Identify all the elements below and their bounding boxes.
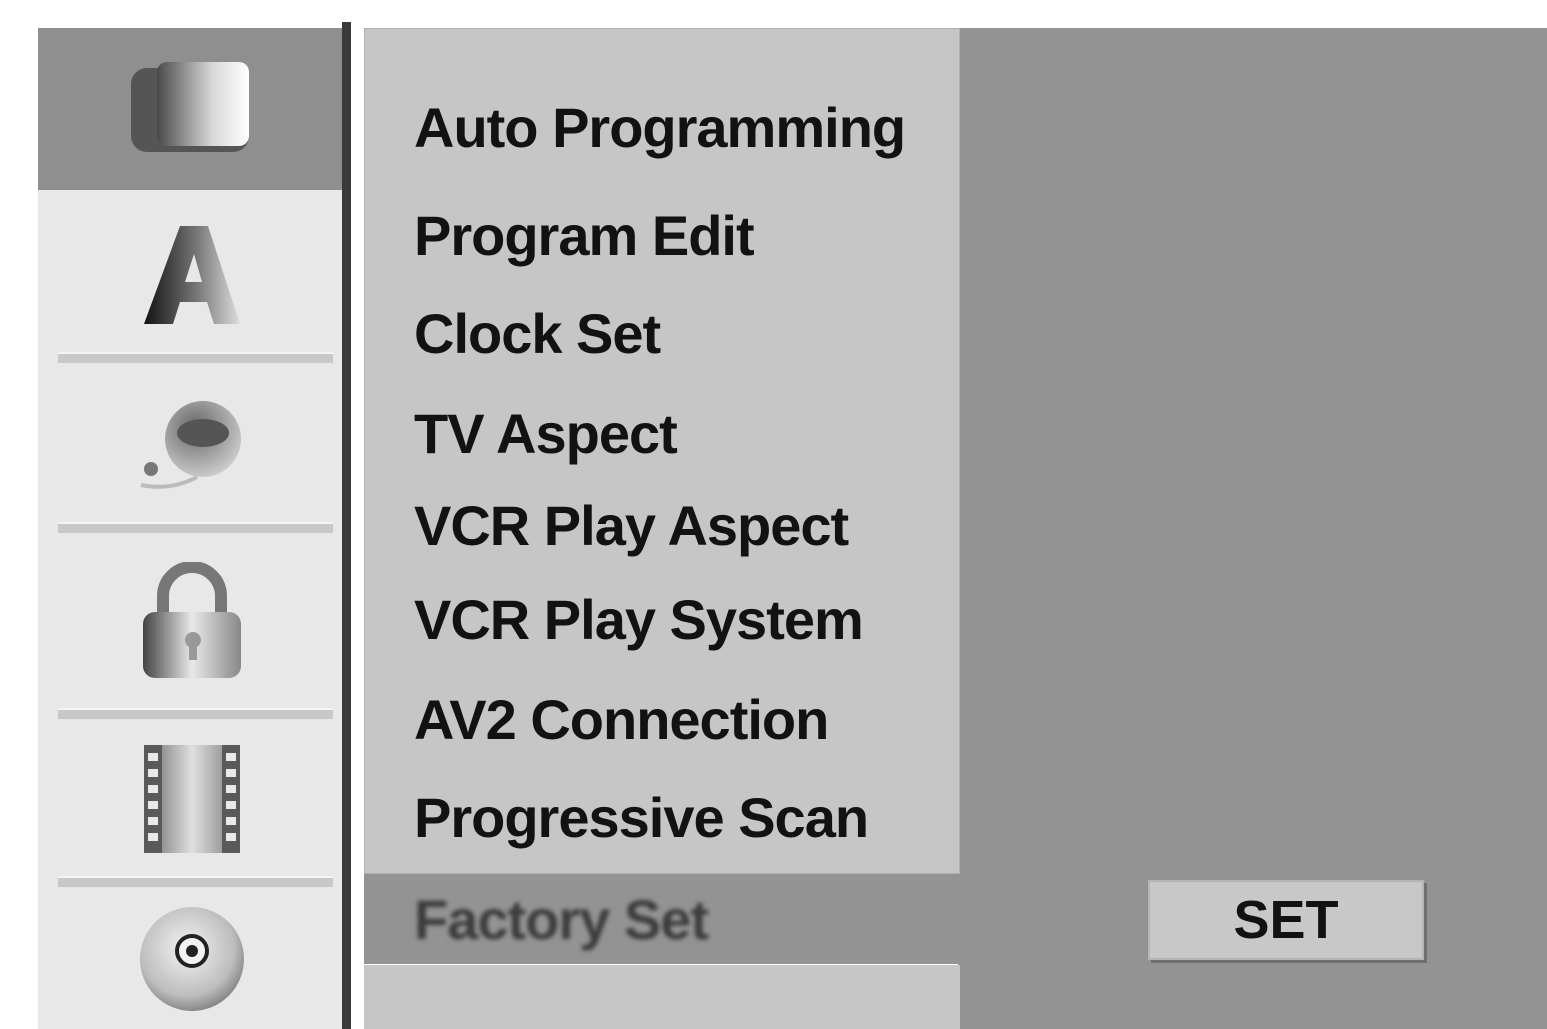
category-separator — [58, 876, 333, 887]
category-separator — [58, 708, 333, 719]
menu-item-progressive-scan[interactable]: Progressive Scan — [414, 790, 869, 846]
category-language[interactable] — [38, 196, 346, 354]
film-icon — [144, 745, 240, 853]
value-area — [958, 28, 1547, 1029]
menu-item-program-edit[interactable]: Program Edit — [414, 208, 755, 264]
category-disc[interactable] — [38, 888, 346, 1029]
set-button[interactable]: SET — [1148, 880, 1424, 960]
category-recording[interactable] — [38, 720, 346, 878]
category-lock[interactable] — [38, 534, 346, 710]
disc-icon — [140, 906, 244, 1011]
menu-item-clock-set[interactable]: Clock Set — [414, 306, 661, 362]
menu-item-vcr-play-system[interactable]: VCR Play System — [414, 592, 864, 648]
menu-panel-continuation — [364, 965, 960, 1029]
menu-item-auto-programming[interactable]: Auto Programming — [414, 100, 906, 156]
category-audio[interactable] — [38, 364, 346, 522]
letter-a-icon — [144, 226, 240, 324]
category-separator — [58, 522, 333, 533]
lock-icon — [143, 562, 241, 678]
category-tv[interactable] — [38, 28, 346, 190]
menu-item-tv-aspect[interactable]: TV Aspect — [414, 406, 678, 462]
menu-item-av2-connection[interactable]: AV2 Connection — [414, 692, 829, 748]
menu-item-factory-set[interactable]: Factory Set — [414, 892, 709, 948]
sidebar-divider — [342, 22, 351, 1029]
tv-icon — [131, 62, 249, 152]
menu-item-vcr-play-aspect[interactable]: VCR Play Aspect — [414, 498, 849, 554]
category-separator — [58, 352, 333, 363]
category-sidebar — [38, 28, 346, 1029]
speaker-icon — [140, 401, 241, 489]
